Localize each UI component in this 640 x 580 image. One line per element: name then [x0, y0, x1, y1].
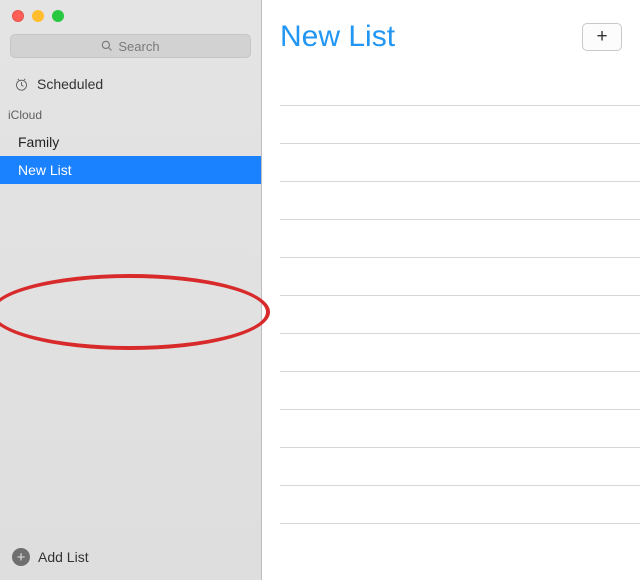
reminders-list[interactable]	[262, 64, 640, 580]
main-header: New List +	[262, 0, 640, 64]
reminder-row[interactable]	[280, 106, 640, 144]
list-items: Family New List	[0, 128, 261, 184]
reminder-row[interactable]	[280, 258, 640, 296]
reminder-row[interactable]	[280, 68, 640, 106]
sidebar-item-label: New List	[18, 162, 72, 178]
search-input[interactable]: Search	[10, 34, 251, 58]
sidebar-item-label: Family	[18, 134, 59, 150]
clock-icon	[14, 77, 29, 92]
reminder-row[interactable]	[280, 144, 640, 182]
reminder-row[interactable]	[280, 372, 640, 410]
window-controls	[12, 10, 64, 22]
annotation-circle	[0, 274, 270, 350]
reminder-row[interactable]	[280, 334, 640, 372]
list-title[interactable]: New List	[280, 20, 395, 54]
reminder-row[interactable]	[280, 182, 640, 220]
search-placeholder: Search	[118, 39, 159, 54]
reminders-window: Search Scheduled iCloud Family New List …	[0, 0, 640, 580]
scheduled-item[interactable]: Scheduled	[0, 66, 261, 100]
zoom-window-button[interactable]	[52, 10, 64, 22]
sidebar: Search Scheduled iCloud Family New List …	[0, 0, 262, 580]
search-icon	[101, 40, 113, 52]
reminder-row[interactable]	[280, 486, 640, 524]
add-reminder-button[interactable]: +	[582, 23, 622, 51]
add-list-button[interactable]: + Add List	[0, 538, 261, 580]
scheduled-label: Scheduled	[37, 76, 103, 92]
sidebar-list-new-list[interactable]: New List	[0, 156, 261, 184]
close-window-button[interactable]	[12, 10, 24, 22]
reminder-row[interactable]	[280, 448, 640, 486]
add-list-label: Add List	[38, 549, 89, 565]
reminder-row[interactable]	[280, 410, 640, 448]
icloud-section-header: iCloud	[0, 100, 261, 128]
plus-circle-icon: +	[12, 548, 30, 566]
sidebar-list-family[interactable]: Family	[0, 128, 261, 156]
main-panel: New List +	[262, 0, 640, 580]
plus-icon: +	[596, 26, 607, 48]
reminder-row[interactable]	[280, 296, 640, 334]
reminder-row[interactable]	[280, 220, 640, 258]
minimize-window-button[interactable]	[32, 10, 44, 22]
